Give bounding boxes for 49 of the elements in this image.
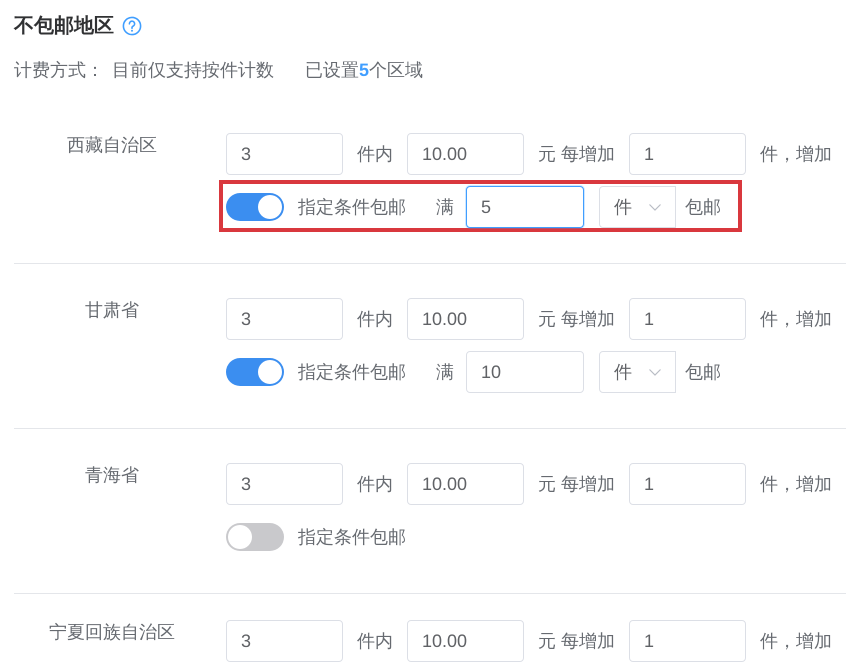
unit-label: 件内 bbox=[357, 630, 393, 653]
billing-value: 目前仅支持按件计数 bbox=[112, 60, 274, 80]
unit-label: 件内 bbox=[357, 143, 393, 166]
first-fee-input[interactable]: 10.00 bbox=[407, 133, 524, 175]
unit-label: 件内 bbox=[357, 308, 393, 331]
toggle-switch[interactable] bbox=[226, 523, 284, 551]
region-name: 西藏自治区 bbox=[67, 134, 157, 157]
first-fee-input[interactable]: 10.00 bbox=[407, 620, 524, 662]
toggle-switch[interactable] bbox=[226, 358, 284, 386]
first-quantity-input[interactable]: 3 bbox=[226, 133, 343, 175]
region-name: 宁夏回族自治区 bbox=[49, 621, 175, 644]
help-icon[interactable] bbox=[122, 16, 142, 36]
region-name: 青海省 bbox=[85, 464, 139, 487]
unit-select[interactable]: 件 bbox=[599, 351, 676, 393]
threshold-label: 满 bbox=[436, 196, 454, 219]
toggle-label: 指定条件包邮 bbox=[298, 526, 406, 549]
first-quantity-input[interactable]: 3 bbox=[226, 620, 343, 662]
extra-quantity-input[interactable]: 1 bbox=[629, 133, 746, 175]
unit-label: 件，增加 bbox=[760, 308, 832, 331]
unit-label: 元 每增加 bbox=[538, 143, 616, 166]
extra-quantity-input[interactable]: 1 bbox=[629, 463, 746, 505]
first-quantity-input[interactable]: 3 bbox=[226, 298, 343, 340]
extra-quantity-input[interactable]: 1 bbox=[629, 620, 746, 662]
unit-label: 元 每增加 bbox=[538, 308, 616, 331]
unit-label: 元 每增加 bbox=[538, 630, 616, 653]
suffix-label: 包邮 bbox=[685, 196, 721, 219]
suffix-label: 包邮 bbox=[685, 361, 721, 384]
chevron-down-icon bbox=[649, 204, 661, 210]
first-fee-input[interactable]: 10.00 bbox=[407, 298, 524, 340]
extra-quantity-input[interactable]: 1 bbox=[629, 298, 746, 340]
unit-label: 元 每增加 bbox=[538, 473, 616, 496]
toggle-label: 指定条件包邮 bbox=[298, 196, 406, 219]
toggle-label: 指定条件包邮 bbox=[298, 361, 406, 384]
unit-label: 件内 bbox=[357, 473, 393, 496]
unit-label: 件，增加 bbox=[760, 473, 832, 496]
unit-select[interactable]: 件 bbox=[599, 186, 676, 228]
first-fee-input[interactable]: 10.00 bbox=[407, 463, 524, 505]
threshold-input[interactable]: 10 bbox=[466, 351, 584, 393]
threshold-input[interactable]: 5 bbox=[466, 186, 584, 228]
unit-label: 件，增加 bbox=[760, 630, 832, 653]
first-quantity-input[interactable]: 3 bbox=[226, 463, 343, 505]
billing-label: 计费方式： bbox=[14, 60, 104, 80]
threshold-label: 满 bbox=[436, 361, 454, 384]
toggle-switch[interactable] bbox=[226, 193, 284, 221]
chevron-down-icon bbox=[649, 368, 661, 376]
region-count-text: 已设置5个区域 bbox=[305, 60, 424, 80]
unit-label: 件，增加 bbox=[760, 143, 832, 166]
section-title: 不包邮地区 bbox=[14, 14, 114, 38]
region-name: 甘肃省 bbox=[85, 299, 139, 322]
